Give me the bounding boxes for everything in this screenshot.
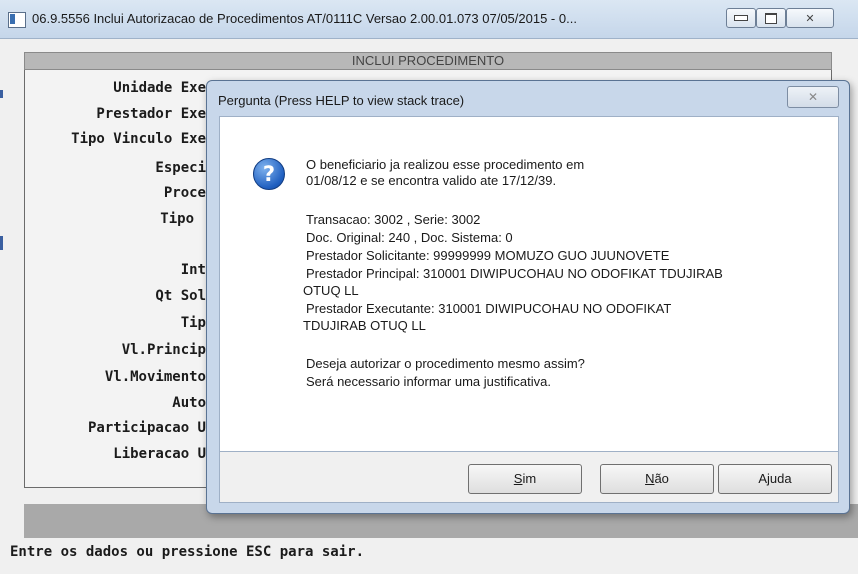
message-line: Prestador Executante: 310001 DIWIPUCOHAU… <box>306 301 672 316</box>
label-tip: Tip <box>180 315 206 331</box>
message-line: O beneficiario ja realizou esse procedim… <box>306 157 585 172</box>
dialog-close-button[interactable]: ✕ <box>787 86 839 108</box>
label-qt-sol: Qt Sol <box>155 288 206 304</box>
message-line: OTUQ LL <box>303 283 359 298</box>
label-especi: Especi <box>155 160 206 176</box>
question-dialog: Pergunta (Press HELP to view stack trace… <box>206 80 850 514</box>
maximize-button[interactable] <box>756 8 786 28</box>
message-line: Transacao: 3002 , Serie: 3002 <box>306 212 481 227</box>
label-vl-movimento: Vl.Movimento <box>104 369 206 385</box>
ajuda-button[interactable]: Ajuda <box>718 464 832 494</box>
status-message: Entre os dados ou pressione ESC para sai… <box>10 544 365 560</box>
label-prestador-exe: Prestador Exe <box>96 106 206 122</box>
label-int: Int <box>180 262 206 278</box>
label-participacao-u: Participacao U <box>87 420 206 436</box>
message-line: 01/08/12 e se encontra valido ate 17/12/… <box>306 173 557 188</box>
dialog-footer: Sim Não Ajuda <box>219 452 839 503</box>
label-unidade-exe: Unidade Exe <box>113 80 206 96</box>
form-header: INCLUI PROCEDIMENTO <box>24 52 832 70</box>
message-line: Será necessario informar uma justificati… <box>306 374 551 389</box>
app-icon <box>8 12 26 28</box>
close-icon: ✕ <box>807 90 819 104</box>
label-tipo-vinculo-exe: Tipo Vinculo Exe <box>71 131 206 147</box>
label-tipo: Tipo <box>160 211 194 227</box>
side-marker <box>0 90 3 98</box>
nao-label: ão <box>654 471 669 486</box>
sim-button[interactable]: Sim <box>468 464 582 494</box>
label-liberacao-u: Liberacao U <box>113 446 206 462</box>
window-title: 06.9.5556 Inclui Autorizacao de Procedim… <box>32 11 577 26</box>
question-icon: ? <box>253 158 285 190</box>
label-vl-princip: Vl.Princip <box>121 342 206 358</box>
label-proce: Proce <box>163 185 206 201</box>
close-icon: ✕ <box>805 11 815 25</box>
message-line: TDUJIRAB OTUQ LL <box>303 318 426 333</box>
message-line: Doc. Original: 240 , Doc. Sistema: 0 <box>306 230 513 245</box>
window-close-button[interactable]: ✕ <box>786 8 834 28</box>
label-auto: Auto <box>172 395 206 411</box>
window-titlebar: 06.9.5556 Inclui Autorizacao de Procedim… <box>0 0 858 39</box>
message-line: Prestador Principal: 310001 DIWIPUCOHAU … <box>306 266 723 281</box>
minimize-icon <box>734 15 748 21</box>
dialog-body: ? O beneficiario ja realizou esse proced… <box>219 116 839 452</box>
message-line: Deseja autorizar o procedimento mesmo as… <box>306 356 585 371</box>
minimize-button[interactable] <box>726 8 756 28</box>
maximize-icon <box>765 12 777 24</box>
nao-button[interactable]: Não <box>600 464 714 494</box>
dialog-title: Pergunta (Press HELP to view stack trace… <box>218 93 465 108</box>
side-marker <box>0 236 3 250</box>
sim-label: im <box>522 471 537 486</box>
message-line: Prestador Solicitante: 99999999 MOMUZO G… <box>306 248 670 263</box>
